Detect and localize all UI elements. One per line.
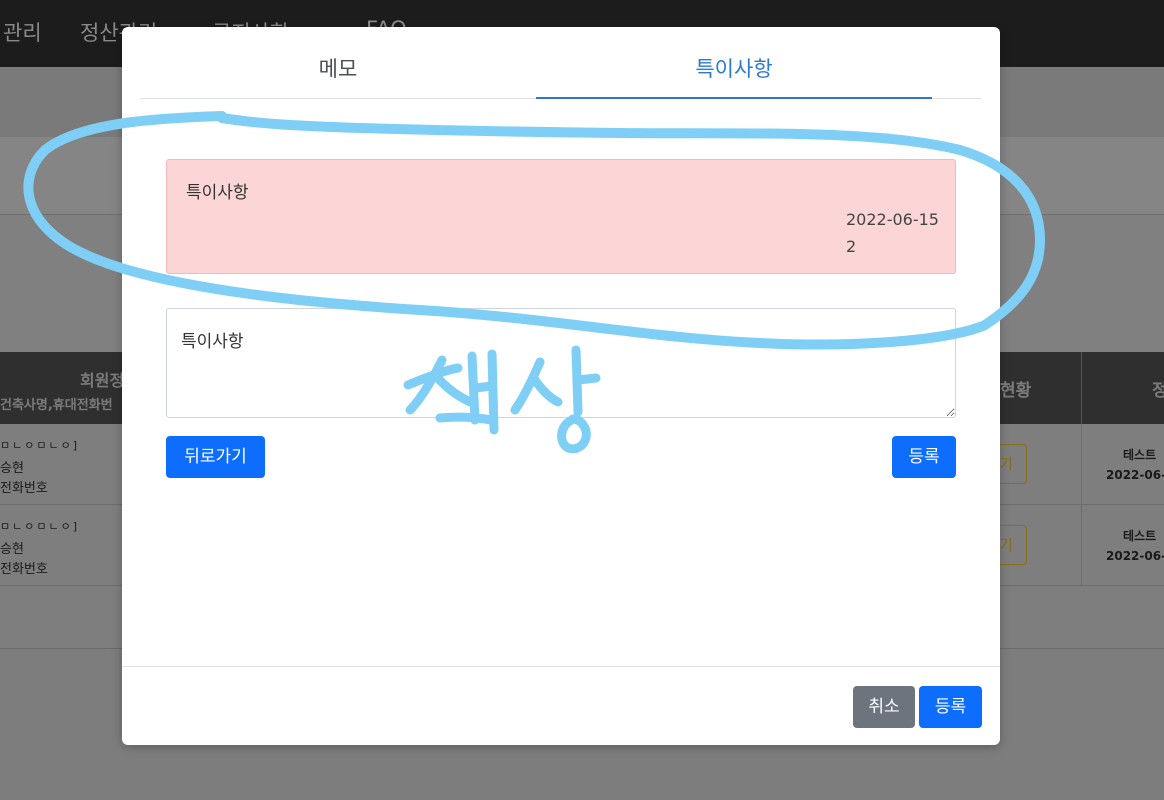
row-name-line3: 전화번호: [0, 481, 48, 496]
row-right-line1: 테스트: [1123, 529, 1157, 543]
row-name-line1: ㅁㄴㅇㅁㄴㅇ]: [0, 520, 80, 533]
row-divider: [1081, 424, 1082, 505]
note-title: 특이사항: [186, 183, 249, 203]
header-member-sub: 건축사명,휴대전화번: [0, 398, 113, 413]
header-divider: [1081, 352, 1082, 424]
footer-register-button[interactable]: 등록: [919, 686, 982, 728]
header-last: 정: [1152, 381, 1164, 401]
row-name-line3: 전화번호: [0, 562, 48, 577]
note-textarea[interactable]: 특이사항: [166, 308, 956, 418]
nav-item-management[interactable]: 관리: [3, 17, 42, 47]
tab-memo[interactable]: 메모: [140, 27, 536, 99]
header-status: 현황: [1000, 381, 1032, 401]
row-right-line2: 2022-06-: [1106, 468, 1164, 482]
modal-footer-divider: [122, 666, 1000, 667]
tab-special-notes[interactable]: 특이사항: [536, 27, 932, 99]
cancel-button[interactable]: 취소: [853, 686, 915, 728]
note-modal: 메모 특이사항 특이사항 2022-06-152 특이사항 뒤로가기 등록 취소…: [122, 27, 1000, 745]
row-name-line2: 승현: [0, 461, 24, 476]
back-button[interactable]: 뒤로가기: [166, 436, 265, 478]
row-right-line2: 2022-06-: [1106, 549, 1164, 563]
special-note-card: 특이사항 2022-06-152: [166, 159, 956, 274]
header-member: 회원정: [80, 371, 125, 390]
row-name-line1: ㅁㄴㅇㅁㄴㅇ]: [0, 439, 80, 452]
row-divider: [1081, 505, 1082, 586]
row-right-line1: 테스트: [1123, 448, 1157, 462]
note-date: 2022-06-152: [846, 210, 939, 256]
row-name-line2: 승현: [0, 542, 24, 557]
modal-tabs: 메모 특이사항: [140, 27, 982, 99]
register-note-button[interactable]: 등록: [892, 436, 956, 478]
